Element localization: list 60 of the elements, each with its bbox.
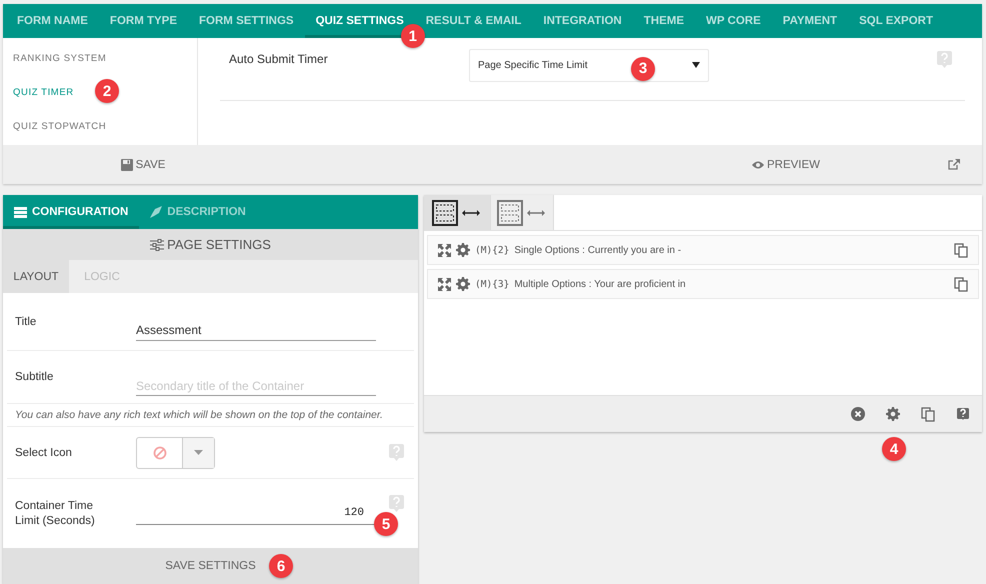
callout-badge: 4	[882, 437, 906, 461]
expand-icon	[438, 278, 451, 290]
save-button[interactable]: SAVE	[3, 145, 283, 184]
copy-icon[interactable]	[954, 276, 968, 292]
layout-icon	[432, 200, 482, 226]
field-label: Container Time Limit (Seconds)	[15, 498, 96, 528]
field-label: Subtitle	[15, 371, 54, 383]
field-label: Auto Submit Timer	[228, 52, 329, 66]
sidebar-item[interactable]: RANKING SYSTEM	[3, 47, 116, 69]
field-label: Select Icon	[15, 446, 73, 458]
eye-icon	[752, 160, 764, 168]
settings-button[interactable]	[886, 407, 900, 421]
floppy-icon	[120, 158, 133, 170]
hint-text: You can also have any rich text which will be shown on the top of the container.	[15, 408, 383, 423]
field-label: Title	[15, 316, 38, 328]
help-icon	[937, 50, 952, 68]
panel-heading: PAGE SETTINGS	[167, 237, 271, 252]
callout-badge: 1	[400, 24, 425, 48]
external-link-icon	[948, 159, 960, 170]
callout-badge: 3	[631, 56, 655, 80]
settings-icon	[456, 277, 470, 291]
list-icon	[14, 206, 27, 218]
layout-tab[interactable]	[424, 195, 491, 230]
number-field[interactable]: 120	[136, 502, 376, 525]
element-row[interactable]: (M){3} Multiple Options : Your are proficient in	[427, 269, 979, 299]
sidebar-item[interactable]: QUIZ STOPWATCH	[3, 115, 116, 137]
element-label: Single Options : Currently you are in -	[514, 244, 682, 256]
settings-icon	[456, 243, 470, 257]
help-icon	[389, 495, 404, 512]
panel-tab[interactable]: DESCRIPTION	[139, 195, 257, 229]
layout-icon	[497, 200, 547, 226]
nav-tab[interactable]: PAYMENT	[772, 4, 848, 38]
blocked-icon	[152, 446, 166, 460]
callout-badge: 2	[95, 79, 119, 103]
element-row[interactable]: (M){2} Single Options : Currently you are in -	[427, 235, 979, 265]
nav-tab[interactable]: SQL EXPORT	[848, 4, 944, 38]
close-button[interactable]	[851, 407, 865, 421]
nav-tab[interactable]: WP CORE	[695, 4, 772, 38]
help-icon	[389, 444, 404, 461]
copy-icon[interactable]	[954, 242, 968, 258]
element-label: Multiple Options : Your are proficient in	[514, 278, 686, 290]
element-code: (M){3}	[475, 278, 510, 290]
caret-icon	[194, 450, 203, 455]
copy-button[interactable]	[921, 406, 935, 422]
callout-badge: 5	[374, 512, 398, 536]
caret-icon	[692, 62, 700, 68]
nav-tab[interactable]: FORM NAME	[6, 4, 99, 38]
sidebar-item[interactable]: QUIZ TIMER	[3, 81, 84, 103]
nav-tab[interactable]: THEME	[632, 4, 695, 38]
nav-tab[interactable]: INTEGRATION	[532, 4, 633, 38]
text-field[interactable]: Assessment	[136, 314, 376, 340]
nav-tab[interactable]: FORM SETTINGS	[188, 4, 305, 38]
preview-button[interactable]: PREVIEW	[726, 145, 846, 184]
sliders-icon	[150, 238, 164, 250]
nav-tab[interactable]: FORM TYPE	[98, 4, 188, 38]
element-code: (M){2}	[475, 244, 510, 256]
expand-icon	[438, 244, 451, 256]
sub-tab[interactable]: LAYOUT	[3, 260, 69, 293]
help-button[interactable]	[956, 407, 970, 421]
pen-icon	[150, 206, 162, 218]
